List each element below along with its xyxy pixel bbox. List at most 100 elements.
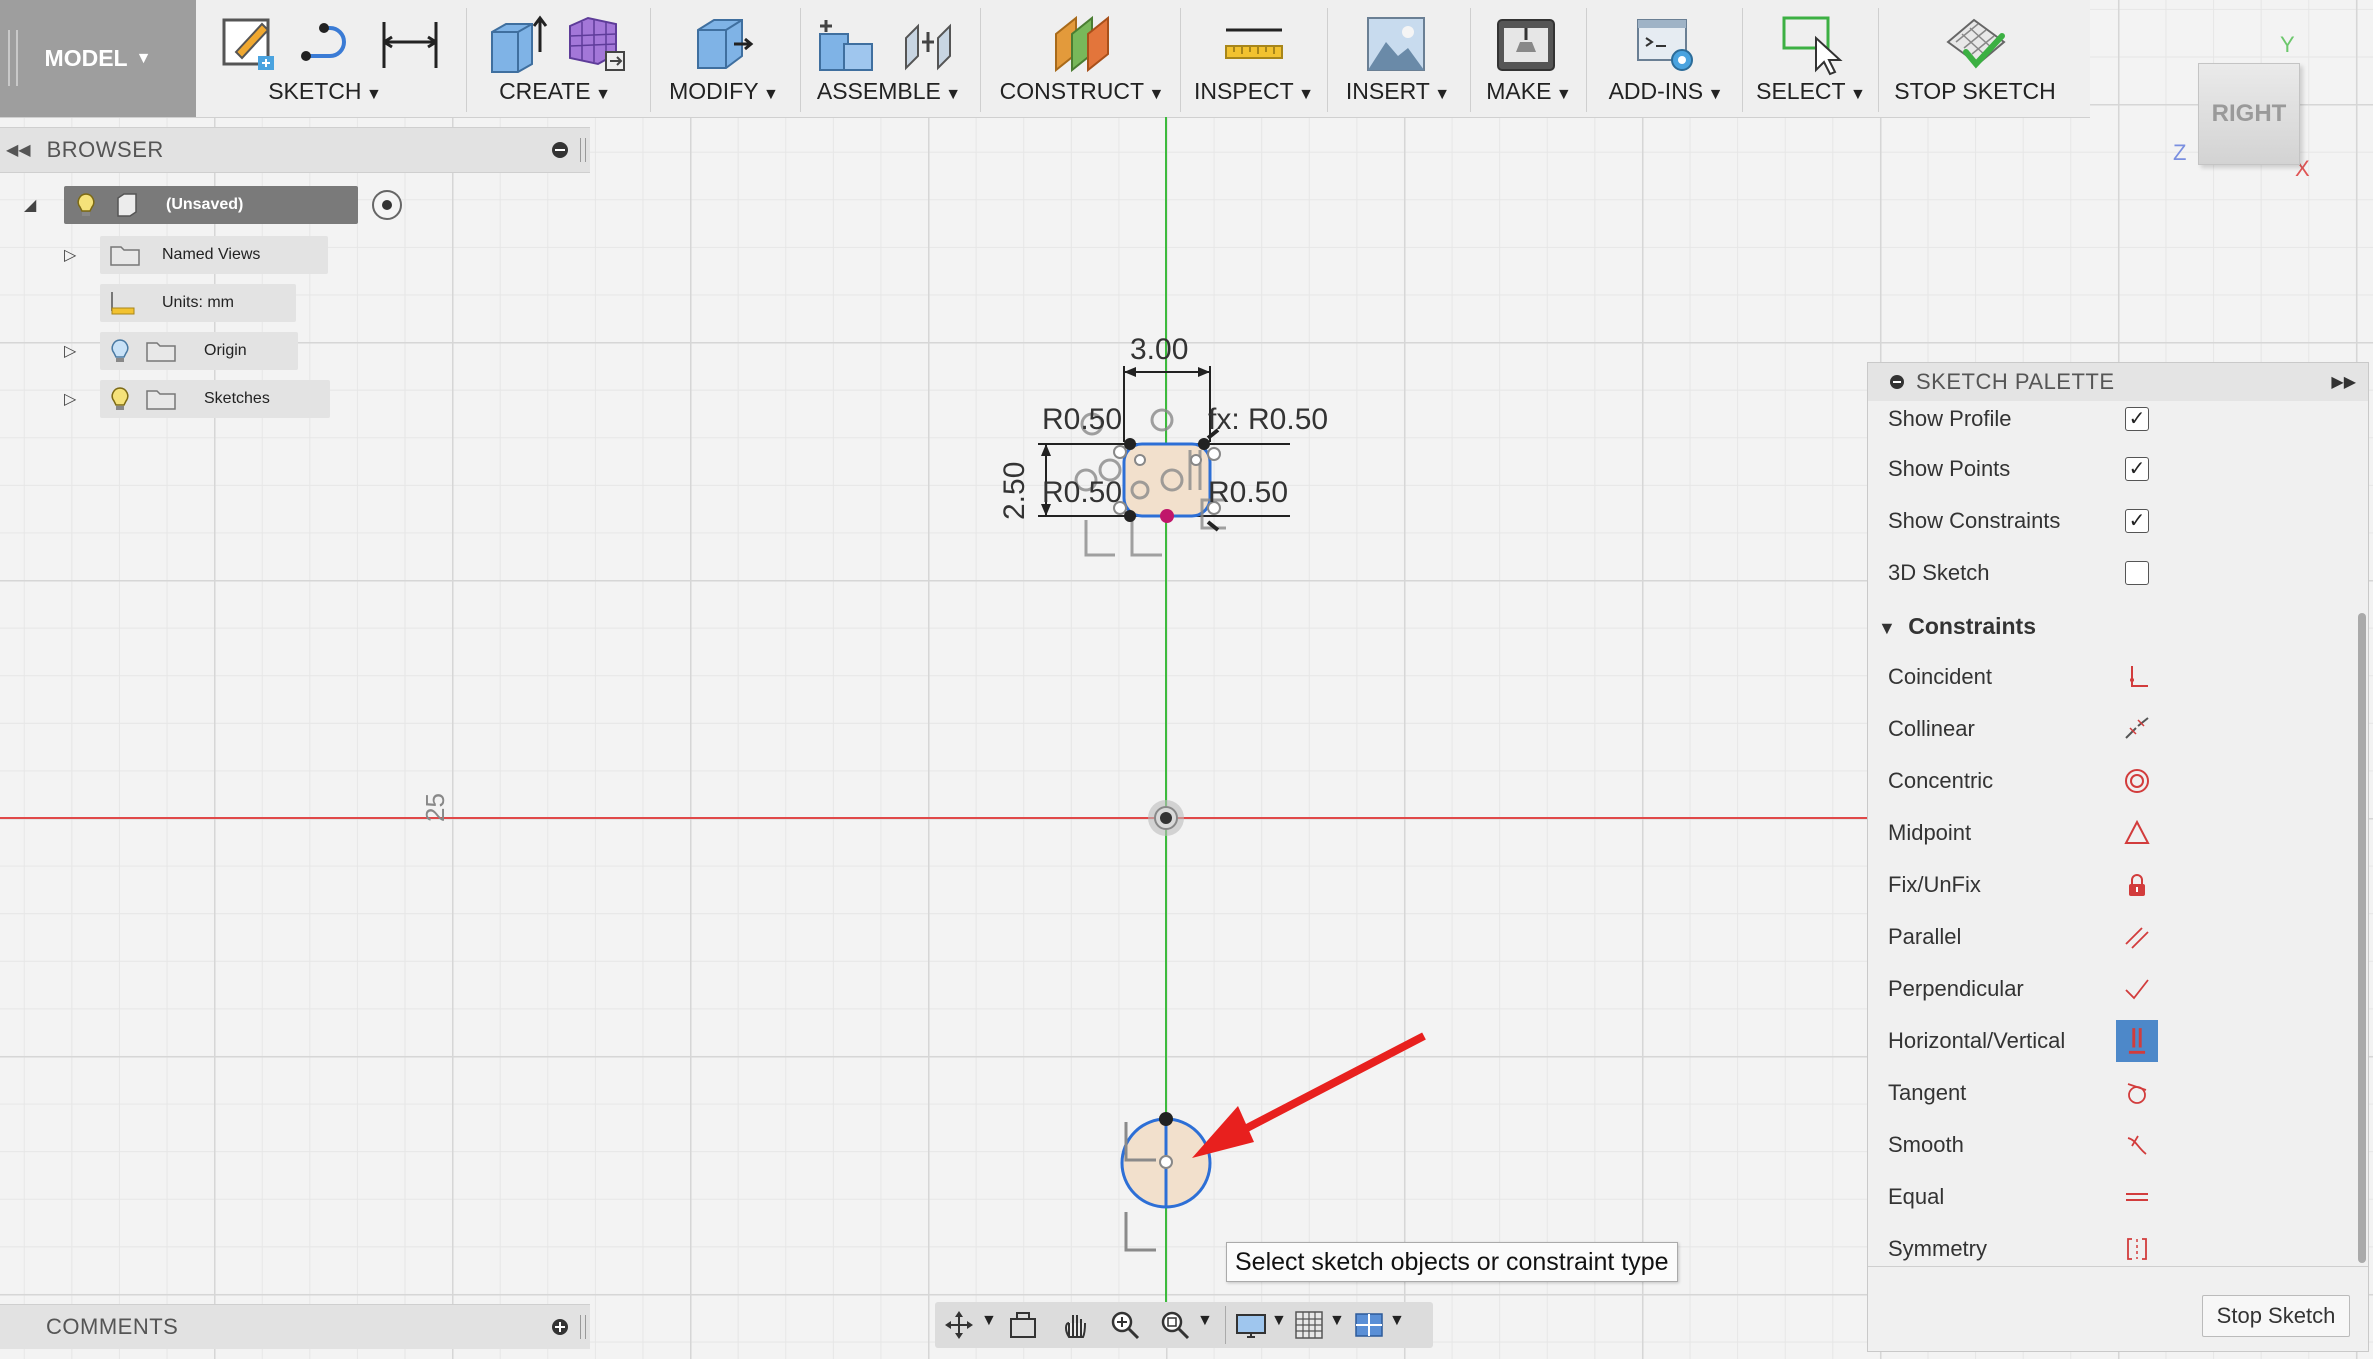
make-menu-label[interactable]: MAKE: [1474, 78, 1584, 105]
insert-group[interactable]: INSERT: [1330, 0, 1466, 117]
comments-panel-header[interactable]: COMMENTS: [0, 1304, 590, 1349]
constraint-coincident[interactable]: Coincident: [1868, 653, 2338, 701]
constraint-collinear[interactable]: Collinear: [1868, 705, 2338, 753]
tree-item-sketches[interactable]: Sketches: [100, 380, 330, 418]
stop-sketch-group[interactable]: STOP SKETCH: [1882, 0, 2068, 117]
fit-icon[interactable]: [1159, 1309, 1191, 1341]
assemble-group[interactable]: ASSEMBLE: [804, 0, 974, 117]
collapsed-triangle-icon[interactable]: ▷: [64, 389, 76, 409]
look-at-icon[interactable]: [1007, 1309, 1039, 1341]
grid-dropdown-icon[interactable]: ▼: [1329, 1312, 1345, 1330]
line-tool-icon[interactable]: [298, 12, 362, 76]
option-show-profile[interactable]: Show Profile ✓: [1868, 395, 2338, 443]
select-icon[interactable]: [1780, 12, 1844, 76]
tree-item-origin[interactable]: Origin: [100, 332, 298, 370]
3d-sketch-checkbox[interactable]: [2125, 561, 2149, 585]
width-dimension[interactable]: 3.00: [1130, 333, 1188, 367]
panel-grip[interactable]: [580, 1315, 586, 1339]
stop-sketch-icon[interactable]: [1944, 12, 2008, 76]
modify-menu-label[interactable]: MODIFY: [654, 78, 794, 105]
constraint-fix-unfix[interactable]: Fix/UnFix: [1868, 861, 2338, 909]
constraint-perpendicular[interactable]: Perpendicular: [1868, 965, 2338, 1013]
activate-radio[interactable]: [372, 190, 402, 220]
radius-dimension-bottom-left[interactable]: R0.50: [1042, 476, 1122, 510]
browser-panel-header[interactable]: ◀◀ BROWSER: [0, 127, 590, 173]
joint-icon[interactable]: [898, 12, 962, 76]
constraint-parallel[interactable]: Parallel: [1868, 913, 2338, 961]
form-icon[interactable]: [564, 12, 628, 76]
tree-item-units[interactable]: Units: mm: [100, 284, 296, 322]
create-group[interactable]: CREATE: [470, 0, 640, 117]
3d-print-icon[interactable]: [1494, 12, 1558, 76]
extrude-icon[interactable]: [484, 12, 548, 76]
insert-menu-label[interactable]: INSERT: [1330, 78, 1466, 105]
expanded-triangle-icon[interactable]: ▼: [1878, 618, 1896, 638]
constraint-concentric[interactable]: Concentric: [1868, 757, 2338, 805]
minimize-palette-icon[interactable]: [1890, 375, 1904, 389]
toolbar-grip[interactable]: [8, 30, 18, 86]
constraints-section-header[interactable]: ▼ Constraints: [1878, 613, 2036, 640]
addins-menu-label[interactable]: ADD-INS: [1590, 78, 1742, 105]
tree-item-named-views[interactable]: Named Views: [100, 236, 328, 274]
workspace-switcher-button[interactable]: MODEL ▼: [0, 0, 196, 117]
zoom-dropdown-icon[interactable]: ▼: [1197, 1312, 1213, 1330]
select-group[interactable]: SELECT: [1746, 0, 1876, 117]
pan-icon[interactable]: [1059, 1309, 1091, 1341]
inspect-group[interactable]: INSPECT: [1184, 0, 1324, 117]
option-3d-sketch[interactable]: 3D Sketch: [1868, 549, 2338, 597]
constraint-horizontal-vertical[interactable]: Horizontal/Vertical: [1868, 1017, 2338, 1065]
panel-grip[interactable]: [580, 138, 586, 162]
expand-palette-icon[interactable]: ▶▶: [2331, 372, 2356, 392]
stop-sketch-label[interactable]: STOP SKETCH: [1882, 78, 2068, 105]
zoom-icon[interactable]: [1109, 1309, 1141, 1341]
viewports-dropdown-icon[interactable]: ▼: [1389, 1312, 1405, 1330]
scripts-icon[interactable]: [1634, 12, 1698, 76]
grid-settings-icon[interactable]: [1293, 1309, 1325, 1341]
dimension-tool-icon[interactable]: [378, 12, 442, 76]
show-profile-checkbox[interactable]: ✓: [2125, 407, 2149, 431]
collapsed-triangle-icon[interactable]: ▷: [64, 245, 76, 265]
new-component-icon[interactable]: [814, 12, 878, 76]
inspect-menu-label[interactable]: INSPECT: [1184, 78, 1324, 105]
create-menu-label[interactable]: CREATE: [470, 78, 640, 105]
show-constraints-checkbox[interactable]: ✓: [2125, 509, 2149, 533]
constraint-tangent[interactable]: Tangent: [1868, 1069, 2338, 1117]
constraint-midpoint[interactable]: Midpoint: [1868, 809, 2338, 857]
viewcube[interactable]: RIGHT: [2198, 63, 2300, 165]
palette-scrollbar[interactable]: [2358, 613, 2366, 1263]
offset-plane-icon[interactable]: [1050, 12, 1114, 76]
tree-item-unsaved[interactable]: (Unsaved): [64, 186, 402, 224]
display-settings-icon[interactable]: [1235, 1309, 1267, 1341]
sketch-menu-label[interactable]: SKETCH: [200, 78, 450, 105]
measure-icon[interactable]: [1222, 12, 1286, 76]
visibility-bulb-icon[interactable]: [76, 192, 96, 218]
constraint-equal[interactable]: Equal: [1868, 1173, 2338, 1221]
collapse-panel-icon[interactable]: ◀◀: [6, 140, 31, 160]
insert-image-icon[interactable]: [1364, 12, 1428, 76]
height-dimension[interactable]: 2.50: [998, 462, 1032, 520]
display-dropdown-icon[interactable]: ▼: [1271, 1312, 1287, 1330]
visibility-bulb-icon[interactable]: [110, 338, 130, 364]
assemble-menu-label[interactable]: ASSEMBLE: [804, 78, 974, 105]
circle-sketch[interactable]: [1100, 1010, 1440, 1260]
visibility-bulb-icon[interactable]: [110, 386, 130, 412]
modify-group[interactable]: MODIFY: [654, 0, 794, 117]
select-menu-label[interactable]: SELECT: [1746, 78, 1876, 105]
construct-menu-label[interactable]: CONSTRUCT: [984, 78, 1180, 105]
press-pull-icon[interactable]: [690, 12, 754, 76]
option-show-constraints[interactable]: Show Constraints ✓: [1868, 497, 2338, 545]
construct-group[interactable]: CONSTRUCT: [984, 0, 1180, 117]
orbit-dropdown-icon[interactable]: ▼: [981, 1312, 997, 1330]
viewports-icon[interactable]: [1353, 1309, 1385, 1341]
expanded-triangle-icon[interactable]: ◢: [24, 195, 36, 215]
origin-point[interactable]: [1146, 798, 1186, 838]
option-show-points[interactable]: Show Points ✓: [1868, 445, 2338, 493]
addins-group[interactable]: ADD-INS: [1590, 0, 1742, 117]
collapsed-triangle-icon[interactable]: ▷: [64, 341, 76, 361]
add-comment-icon[interactable]: [552, 1319, 568, 1335]
make-group[interactable]: MAKE: [1474, 0, 1584, 117]
radius-dimension-top-left[interactable]: R0.50: [1042, 403, 1122, 437]
create-sketch-icon[interactable]: [218, 12, 282, 76]
radius-dimension-top-right[interactable]: fx: R0.50: [1208, 403, 1328, 437]
constraint-smooth[interactable]: Smooth: [1868, 1121, 2338, 1169]
